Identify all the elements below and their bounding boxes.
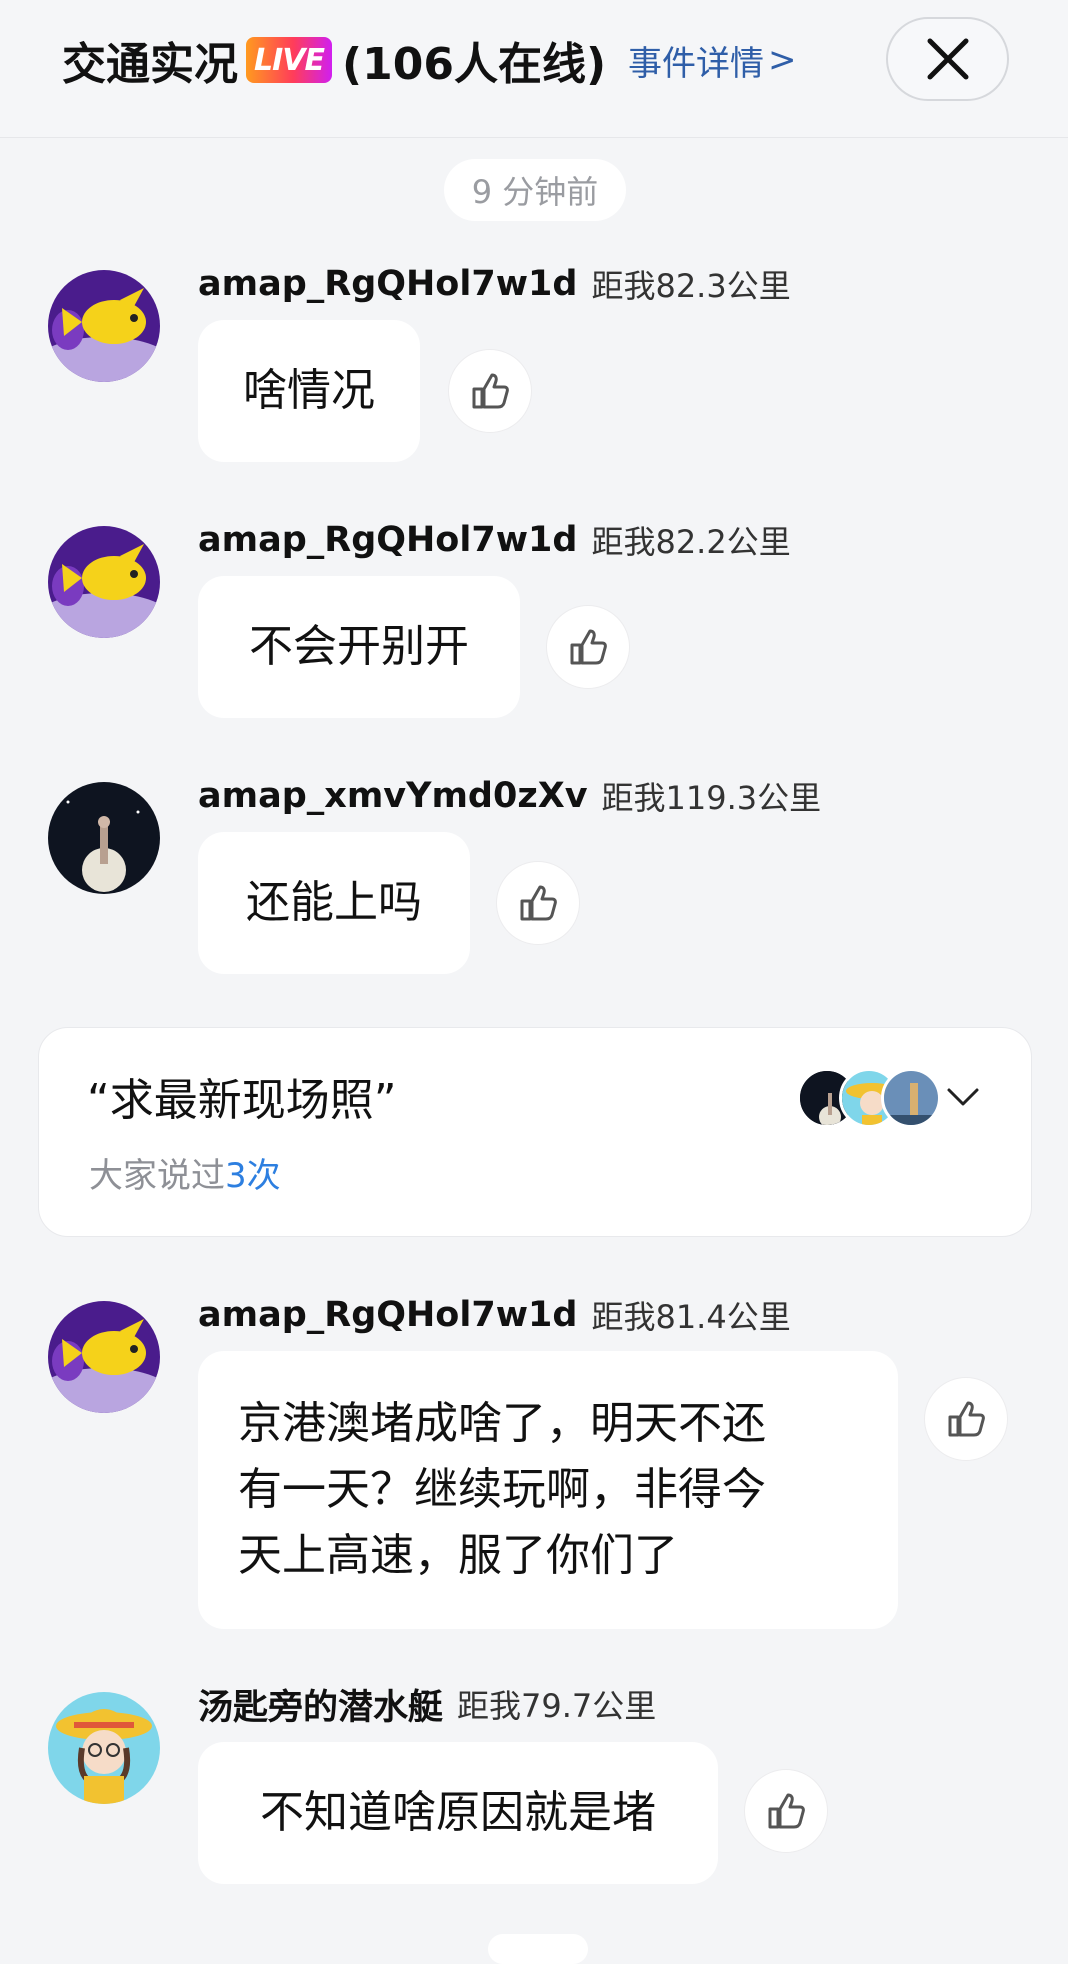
thumbs-up-icon xyxy=(948,1401,985,1437)
thumbs-up-icon xyxy=(520,885,557,921)
live-badge: LIVE xyxy=(246,37,332,83)
username[interactable]: amap_RgQHol7w1d xyxy=(198,264,577,304)
summary-quote: “求最新现场照” xyxy=(87,1075,397,1126)
distance-label: 距我82.3公里 xyxy=(591,267,791,305)
city-tower-avatar-icon xyxy=(884,1071,938,1125)
avatar[interactable] xyxy=(48,1301,160,1413)
event-details-label: 事件详情 xyxy=(628,43,764,84)
thumbs-up-icon xyxy=(570,629,607,665)
avatar xyxy=(881,1068,941,1128)
like-button[interactable] xyxy=(924,1377,1008,1461)
message-text-line: 京港澳堵成啥了，明天不还 xyxy=(238,1398,766,1449)
message-text: 啥情况 xyxy=(243,365,375,416)
message-text-line: 有一天？继续玩啊，非得今 xyxy=(238,1464,766,1515)
message-bubble: 不会开别开 xyxy=(198,576,520,718)
close-icon xyxy=(927,38,968,80)
online-count: (106人在线) xyxy=(342,39,607,90)
message-bubble: 不知道啥原因就是堵 xyxy=(198,1742,718,1884)
avatar[interactable] xyxy=(48,270,160,382)
night-moon-avatar-icon xyxy=(48,782,160,894)
like-button[interactable] xyxy=(744,1769,828,1853)
summary-card[interactable]: “求最新现场照” 大家说过3次 xyxy=(38,1027,1032,1237)
event-details-link[interactable]: 事件详情 > xyxy=(628,36,797,84)
thumbs-up-icon xyxy=(472,373,509,409)
yellow-fish-avatar-icon xyxy=(48,526,160,638)
user-line: amap_xmvYmd0zXv 距我119.3公里 xyxy=(198,772,821,820)
avatar[interactable] xyxy=(48,526,160,638)
message-bubble: 还能上吗 xyxy=(198,832,470,974)
summary-said-prefix: 大家说过 xyxy=(89,1156,225,1196)
user-line: 汤匙旁的潜水艇 距我79.7公里 xyxy=(198,1680,656,1728)
message-text: 不知道啥原因就是堵 xyxy=(260,1787,656,1838)
yellow-fish-avatar-icon xyxy=(48,270,160,382)
avatar[interactable] xyxy=(48,782,160,894)
header: 交通实况 LIVE (106人在线) 事件详情 > xyxy=(0,0,1068,138)
like-button[interactable] xyxy=(496,861,580,945)
avatar[interactable] xyxy=(48,1692,160,1804)
username[interactable]: amap_RgQHol7w1d xyxy=(198,1295,577,1335)
username[interactable]: amap_RgQHol7w1d xyxy=(198,520,577,560)
user-line: amap_RgQHol7w1d 距我82.3公里 xyxy=(198,260,791,308)
time-divider: 9 分钟前 xyxy=(444,159,626,221)
message-text-line: 天上高速，服了你们了 xyxy=(238,1530,678,1581)
username[interactable]: 汤匙旁的潜水艇 xyxy=(198,1679,443,1730)
message-text: 还能上吗 xyxy=(246,877,422,928)
message-bubble: 京港澳堵成啥了，明天不还 有一天？继续玩啊，非得今 天上高速，服了你们了 xyxy=(198,1351,898,1629)
like-button[interactable] xyxy=(546,605,630,689)
distance-label: 距我82.2公里 xyxy=(591,523,791,561)
like-button[interactable] xyxy=(448,349,532,433)
username[interactable]: amap_xmvYmd0zXv xyxy=(198,776,588,816)
next-time-divider xyxy=(488,1934,588,1964)
page-title: 交通实况 xyxy=(62,39,238,90)
summary-said-count: 大家说过3次 xyxy=(89,1148,281,1197)
chevron-down-icon[interactable] xyxy=(945,1078,981,1114)
yellow-fish-avatar-icon xyxy=(48,1301,160,1413)
message-bubble: 啥情况 xyxy=(198,320,420,462)
user-line: amap_RgQHol7w1d 距我81.4公里 xyxy=(198,1291,791,1339)
message-text: 不会开别开 xyxy=(249,621,469,672)
summary-count: 3次 xyxy=(225,1156,281,1196)
thumbs-up-icon xyxy=(768,1793,805,1829)
distance-label: 距我119.3公里 xyxy=(601,779,822,817)
distance-label: 距我79.7公里 xyxy=(457,1687,657,1725)
user-line: amap_RgQHol7w1d 距我82.2公里 xyxy=(198,516,791,564)
header-title: 交通实况 LIVE (106人在线) xyxy=(62,28,606,92)
distance-label: 距我81.4公里 xyxy=(591,1298,791,1336)
chevron-right-icon: > xyxy=(768,40,797,80)
cartoon-girl-avatar-icon xyxy=(48,1692,160,1804)
close-button[interactable] xyxy=(886,17,1009,101)
